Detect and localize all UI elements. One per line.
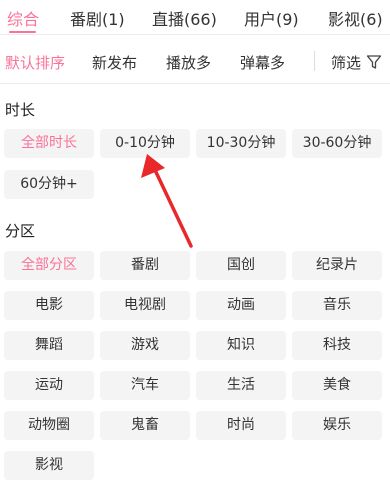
sort-divider <box>0 83 390 84</box>
category-chip-documentary[interactable]: 纪录片 <box>292 251 382 280</box>
category-chip-game[interactable]: 游戏 <box>100 331 190 360</box>
tab-live[interactable]: 直播(66) <box>152 6 217 30</box>
category-chip-film-tv[interactable]: 影视 <box>4 451 94 480</box>
duration-chip-all[interactable]: 全部时长 <box>4 129 94 158</box>
category-chip-kichiku[interactable]: 鬼畜 <box>100 411 190 440</box>
category-chip-bangumi[interactable]: 番剧 <box>100 251 190 280</box>
category-chip-all[interactable]: 全部分区 <box>4 251 94 280</box>
category-chip-knowledge[interactable]: 知识 <box>196 331 286 360</box>
category-chip-animation[interactable]: 动画 <box>196 291 286 320</box>
category-chip-tv-series[interactable]: 电视剧 <box>100 291 190 320</box>
tabs-divider <box>0 34 390 35</box>
search-result-tabs: 综合 番剧(1) 直播(66) 用户(9) 影视(6) <box>0 0 390 34</box>
category-chip-entertainment[interactable]: 娱乐 <box>292 411 382 440</box>
category-chip-tech[interactable]: 科技 <box>292 331 382 360</box>
tab-users[interactable]: 用户(9) <box>244 6 299 30</box>
active-tab-indicator <box>9 31 36 33</box>
sort-separator <box>314 51 315 71</box>
sort-most-played[interactable]: 播放多 <box>166 52 211 73</box>
tab-film-tv[interactable]: 影视(6) <box>328 6 383 30</box>
category-chip-food[interactable]: 美食 <box>292 371 382 400</box>
category-chip-music[interactable]: 音乐 <box>292 291 382 320</box>
category-chip-car[interactable]: 汽车 <box>100 371 190 400</box>
duration-chip-60-plus[interactable]: 60分钟+ <box>4 170 94 199</box>
category-chip-movie[interactable]: 电影 <box>4 291 94 320</box>
duration-title: 时长 <box>5 101 36 119</box>
tab-bangumi[interactable]: 番剧(1) <box>70 6 125 30</box>
category-chip-dance[interactable]: 舞蹈 <box>4 331 94 360</box>
sort-default[interactable]: 默认排序 <box>5 52 65 73</box>
sort-most-danmaku[interactable]: 弹幕多 <box>240 52 285 73</box>
category-title: 分区 <box>5 222 36 240</box>
funnel-icon[interactable] <box>366 54 382 70</box>
category-chip-animals[interactable]: 动物圈 <box>4 411 94 440</box>
category-chip-life[interactable]: 生活 <box>196 371 286 400</box>
tab-all[interactable]: 综合 <box>7 6 39 30</box>
sort-newest[interactable]: 新发布 <box>92 52 137 73</box>
duration-chip-30-60[interactable]: 30-60分钟 <box>292 129 382 158</box>
category-chip-guochuang[interactable]: 国创 <box>196 251 286 280</box>
category-chip-sports[interactable]: 运动 <box>4 371 94 400</box>
filter-button[interactable]: 筛选 <box>331 52 361 73</box>
duration-chip-10-30[interactable]: 10-30分钟 <box>196 129 286 158</box>
duration-chip-0-10[interactable]: 0-10分钟 <box>100 129 190 158</box>
category-chip-fashion[interactable]: 时尚 <box>196 411 286 440</box>
